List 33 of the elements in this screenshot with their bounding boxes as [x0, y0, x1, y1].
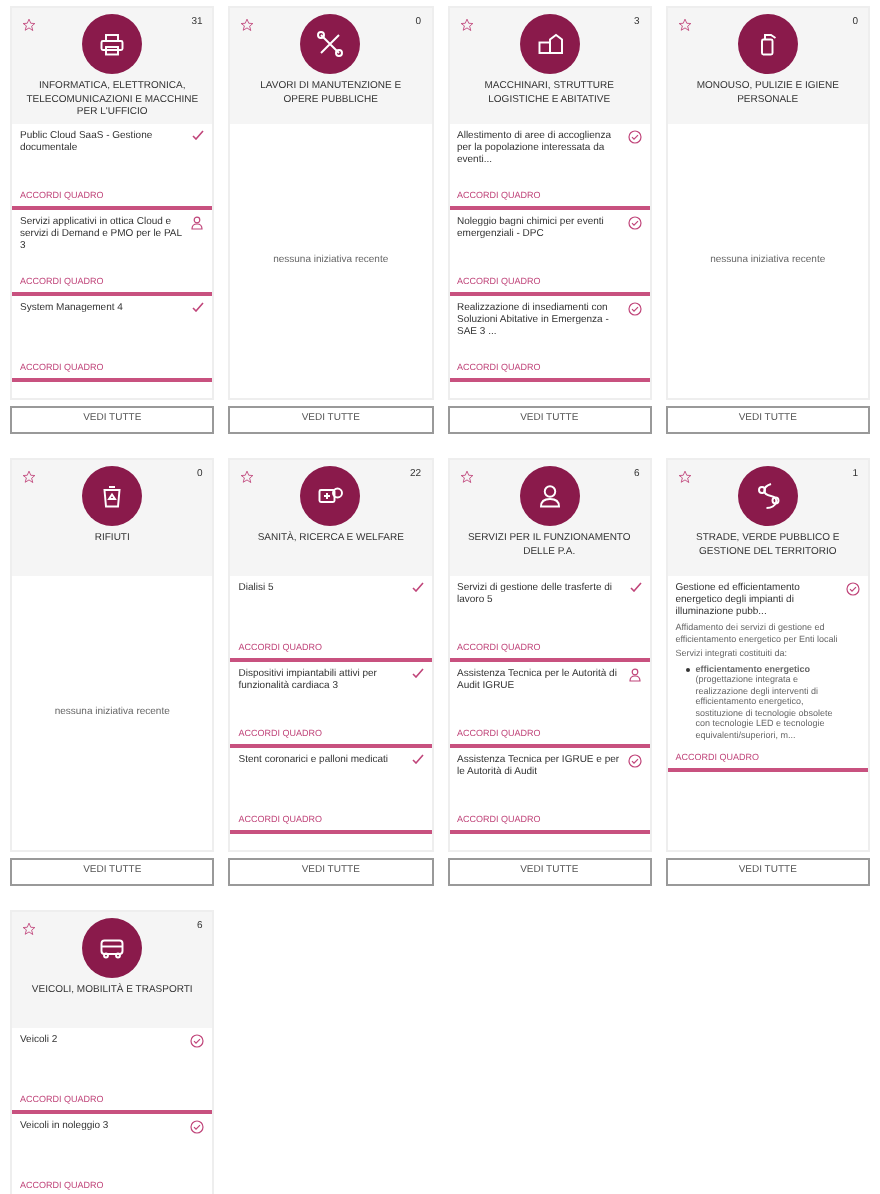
initiative-card[interactable] [667, 576, 868, 772]
medical-icon [300, 466, 361, 526]
road-icon [737, 466, 798, 526]
building-icon [519, 14, 580, 74]
circle-check-icon [627, 754, 642, 768]
star-icon[interactable] [677, 470, 692, 484]
person-icon [190, 216, 205, 230]
bin-icon [82, 466, 143, 526]
circle-check-icon [627, 216, 642, 230]
star-icon[interactable] [240, 470, 255, 484]
person-icon [519, 466, 580, 526]
star-icon[interactable] [459, 18, 473, 32]
star-icon[interactable] [459, 470, 473, 484]
star-icon[interactable] [677, 18, 692, 32]
check-icon [411, 668, 423, 678]
circle-check-icon [190, 1034, 205, 1048]
printer-icon [82, 14, 143, 74]
spray-bottle-icon [737, 14, 798, 74]
person-icon [627, 668, 642, 682]
check-icon [411, 582, 423, 592]
circle-check-icon [627, 130, 642, 144]
star-icon[interactable] [22, 18, 36, 32]
circle-check-icon [190, 1120, 205, 1134]
check-icon [629, 582, 642, 592]
bus-icon [82, 918, 143, 978]
check-icon [411, 754, 423, 764]
star-icon[interactable] [240, 18, 255, 32]
check-icon [192, 302, 205, 312]
star-icon[interactable] [22, 470, 36, 484]
star-icon[interactable] [22, 922, 36, 936]
circle-check-icon [627, 302, 642, 316]
circle-check-icon [846, 582, 860, 596]
check-icon [192, 130, 205, 140]
